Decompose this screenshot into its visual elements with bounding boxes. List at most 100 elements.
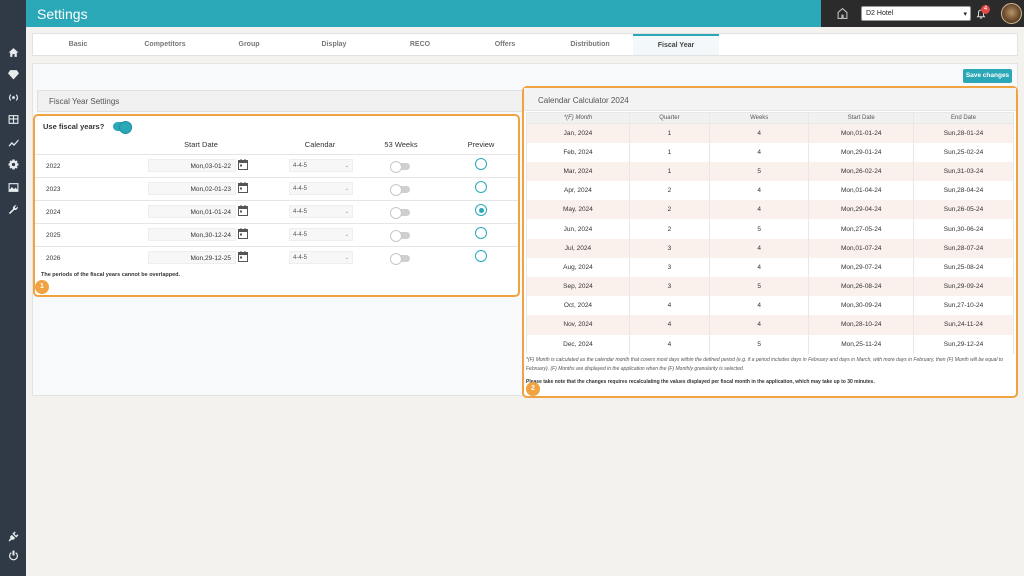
weeks-cell: 4	[708, 200, 810, 220]
table-row: Sep, 2024 3 5 Mon,26-08-24 Sun,29-09-24	[526, 277, 1014, 297]
start-date-cell: Mon,26-02-24	[808, 161, 914, 182]
preview-radio[interactable]	[475, 250, 487, 262]
fmonth-cell: Apr, 2024	[526, 181, 630, 201]
start-date-cell: Mon,27-05-24	[808, 219, 914, 239]
chevron-down-icon: ⌄	[344, 255, 349, 261]
tab-distribution[interactable]: Distribution	[547, 34, 633, 55]
table-icon[interactable]	[4, 110, 22, 128]
col-preview: Preview	[467, 140, 495, 149]
fmonth-cell: May, 2024	[526, 200, 630, 220]
app-header: Settings	[26, 0, 821, 27]
calendar-icon[interactable]	[238, 205, 248, 216]
calendar-select[interactable]: 4-4-5 ⌄	[289, 205, 353, 218]
wrench-icon[interactable]	[4, 200, 22, 218]
signal-icon[interactable]	[4, 88, 22, 106]
recalculation-warning: Please take note that the changes requir…	[526, 379, 875, 385]
hotel-select-value: D2 Hotel	[866, 10, 894, 17]
calendar-select[interactable]: 4-4-5 ⌄	[289, 228, 353, 241]
plug-icon[interactable]	[4, 527, 22, 545]
image-icon[interactable]	[4, 178, 22, 196]
page-title: Settings	[37, 6, 88, 22]
calendar-select-value: 4-4-5	[293, 186, 308, 192]
quarter-cell: 1	[628, 123, 710, 143]
fmonth-cell: Aug, 2024	[526, 257, 630, 277]
callout-badge-1: 1	[35, 280, 49, 294]
calendar-select[interactable]: 4-4-5 ⌄	[289, 182, 353, 195]
tab-offers[interactable]: Offers	[463, 34, 547, 55]
fiscal-row: 2024 Mon,01-01-24 4-4-5 ⌄	[35, 200, 518, 223]
weeks-cell: 4	[708, 296, 810, 316]
53-weeks-toggle[interactable]	[390, 161, 410, 173]
start-date-input[interactable]: Mon,02-01-23	[148, 182, 236, 195]
start-date-input[interactable]: Mon,29-12-25	[148, 251, 236, 264]
calendar-select-value: 4-4-5	[293, 232, 308, 238]
preview-radio[interactable]	[475, 227, 487, 239]
table-header-row: *(F) Month Quarter Weeks Start Date End …	[526, 112, 1014, 124]
end-date-cell: Sun,29-09-24	[913, 277, 1014, 297]
quarter-cell: 2	[628, 181, 710, 201]
power-icon[interactable]	[4, 546, 22, 564]
calendar-icon[interactable]	[238, 182, 248, 193]
calendar-select[interactable]: 4-4-5 ⌄	[289, 251, 353, 264]
start-date-cell: Mon,29-01-24	[808, 142, 914, 162]
fmonth-cell: Oct, 2024	[526, 296, 630, 316]
weeks-cell: 5	[708, 334, 810, 354]
53-weeks-toggle[interactable]	[390, 184, 410, 196]
quarter-cell: 4	[628, 296, 710, 316]
fiscal-year-label: 2022	[46, 163, 61, 170]
table-row: Apr, 2024 2 4 Mon,01-04-24 Sun,28-04-24	[526, 181, 1014, 201]
tab-competitors[interactable]: Competitors	[123, 34, 207, 55]
end-date-cell: Sun,27-10-24	[913, 296, 1014, 316]
tab-basic[interactable]: Basic	[33, 34, 123, 55]
start-date-input[interactable]: Mon,01-01-24	[148, 205, 236, 218]
calendar-icon[interactable]	[238, 159, 248, 170]
fiscal-row: 2023 Mon,02-01-23 4-4-5 ⌄	[35, 177, 518, 200]
weeks-cell: 4	[708, 142, 810, 162]
col-weeks: Weeks	[708, 112, 810, 124]
save-button[interactable]: Save changes	[963, 69, 1012, 83]
notification-badge: 4	[981, 5, 990, 14]
fiscal-row: 2022 Mon,03-01-22 4-4-5 ⌄	[35, 154, 518, 177]
home-icon[interactable]	[4, 43, 22, 61]
chevron-down-icon: ▾	[963, 11, 967, 18]
tab-display[interactable]: Display	[291, 34, 377, 55]
start-date-input[interactable]: Mon,03-01-22	[148, 159, 236, 172]
fmonth-cell: Jun, 2024	[526, 219, 630, 239]
weeks-cell: 4	[708, 238, 810, 258]
start-date-input[interactable]: Mon,30-12-24	[148, 228, 236, 241]
end-date-cell: Sun,28-07-24	[913, 238, 1014, 258]
table-row: Jan, 2024 1 4 Mon,01-01-24 Sun,28-01-24	[526, 123, 1014, 143]
calendar-select-value: 4-4-5	[293, 209, 308, 215]
53-weeks-toggle[interactable]	[390, 253, 410, 265]
tab-group[interactable]: Group	[207, 34, 291, 55]
calendar-icon[interactable]	[238, 228, 248, 239]
hotel-select[interactable]: D2 Hotel ▾	[861, 6, 971, 21]
weeks-cell: 5	[708, 161, 810, 182]
quarter-cell: 1	[628, 142, 710, 162]
fiscal-overlap-note: The periods of the fiscal years cannot b…	[41, 272, 181, 278]
53-weeks-toggle[interactable]	[390, 207, 410, 219]
preview-radio[interactable]	[475, 158, 487, 170]
trend-icon[interactable]	[4, 133, 22, 151]
fmonth-cell: Sep, 2024	[526, 277, 630, 297]
calendar-select[interactable]: 4-4-5 ⌄	[289, 159, 353, 172]
header-toolbar: D2 Hotel ▾ 4	[821, 0, 1024, 27]
fmonth-cell: Nov, 2024	[526, 315, 630, 335]
gear-icon[interactable]	[4, 155, 22, 173]
avatar[interactable]	[1001, 3, 1022, 24]
tab-reco[interactable]: RECO	[377, 34, 463, 55]
table-row: Dec, 2024 4 5 Mon,25-11-24 Sun,29-12-24	[526, 334, 1014, 354]
weeks-cell: 4	[708, 257, 810, 277]
use-fiscal-toggle[interactable]	[113, 121, 132, 134]
tab-fiscal-year[interactable]: Fiscal Year	[633, 34, 719, 55]
col-calendar: Calendar	[304, 140, 336, 149]
preview-radio[interactable]	[475, 204, 487, 216]
53-weeks-toggle[interactable]	[390, 230, 410, 242]
quarter-cell: 2	[628, 219, 710, 239]
preview-radio[interactable]	[475, 181, 487, 193]
hotel-icon	[837, 8, 848, 19]
fiscal-row: 2026 Mon,29-12-25 4-4-5 ⌄	[35, 246, 518, 269]
weeks-cell: 4	[708, 181, 810, 201]
diamond-icon[interactable]	[4, 65, 22, 83]
calendar-icon[interactable]	[238, 251, 248, 262]
